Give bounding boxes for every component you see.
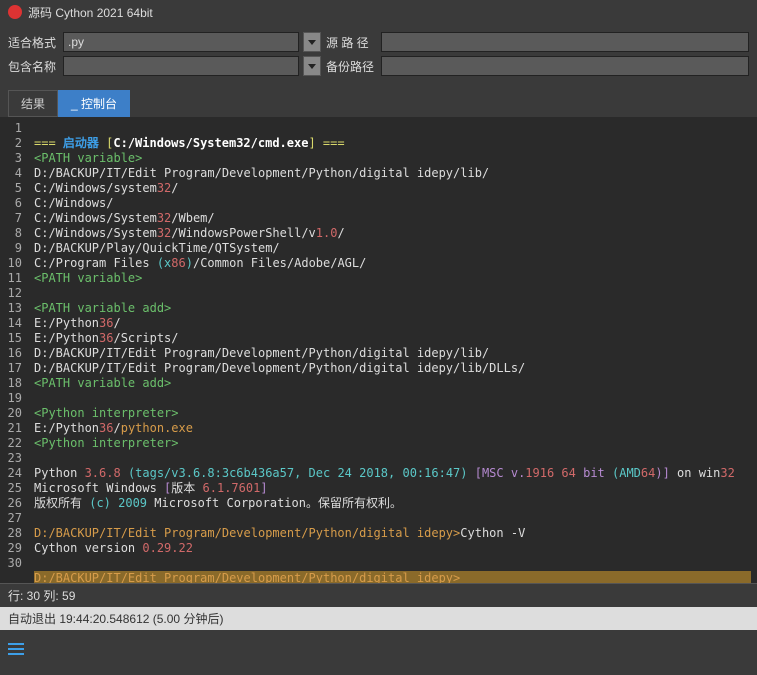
statusbar: 行: 30 列: 59 bbox=[0, 583, 757, 607]
include-name-label: 包含名称 bbox=[8, 58, 58, 75]
name-dropdown[interactable] bbox=[303, 56, 321, 76]
menu-bar bbox=[0, 630, 757, 659]
source-path-input[interactable] bbox=[381, 32, 749, 52]
hamburger-icon[interactable] bbox=[8, 643, 24, 655]
tabbar: 结果 _ 控制台 bbox=[0, 90, 757, 117]
footer-bar: 自动退出 19:44:20.548612 (5.00 分钟后) bbox=[0, 607, 757, 630]
app-icon bbox=[8, 5, 22, 19]
tab-console[interactable]: _ 控制台 bbox=[58, 90, 130, 117]
toolbar: 适合格式 源 路 径 包含名称 备份路径 bbox=[0, 24, 757, 84]
backup-path-input[interactable] bbox=[381, 56, 749, 76]
backup-path-label: 备份路径 bbox=[326, 58, 376, 75]
tab-result[interactable]: 结果 bbox=[8, 90, 58, 117]
format-label: 适合格式 bbox=[8, 34, 58, 51]
chevron-down-icon bbox=[308, 40, 316, 45]
include-name-input[interactable] bbox=[63, 56, 299, 76]
window-title: 源码 Cython 2021 64bit bbox=[28, 4, 153, 21]
line-gutter: 1234567891011121314151617181920212223242… bbox=[0, 117, 28, 583]
line-indicator: 行: 30 列: 59 bbox=[8, 589, 75, 603]
format-dropdown[interactable] bbox=[303, 32, 321, 52]
auto-exit-text: 自动退出 19:44:20.548612 (5.00 分钟后) bbox=[8, 612, 223, 626]
format-input[interactable] bbox=[63, 32, 299, 52]
source-path-label: 源 路 径 bbox=[326, 34, 376, 51]
titlebar: 源码 Cython 2021 64bit bbox=[0, 0, 757, 24]
console-editor[interactable]: 1234567891011121314151617181920212223242… bbox=[0, 117, 757, 583]
chevron-down-icon bbox=[308, 64, 316, 69]
console-output: === 启动器 [C:/Windows/System32/cmd.exe] ==… bbox=[28, 117, 757, 583]
